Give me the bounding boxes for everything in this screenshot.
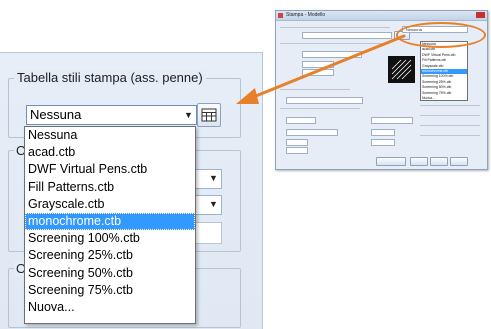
callout-arrow — [236, 34, 406, 104]
